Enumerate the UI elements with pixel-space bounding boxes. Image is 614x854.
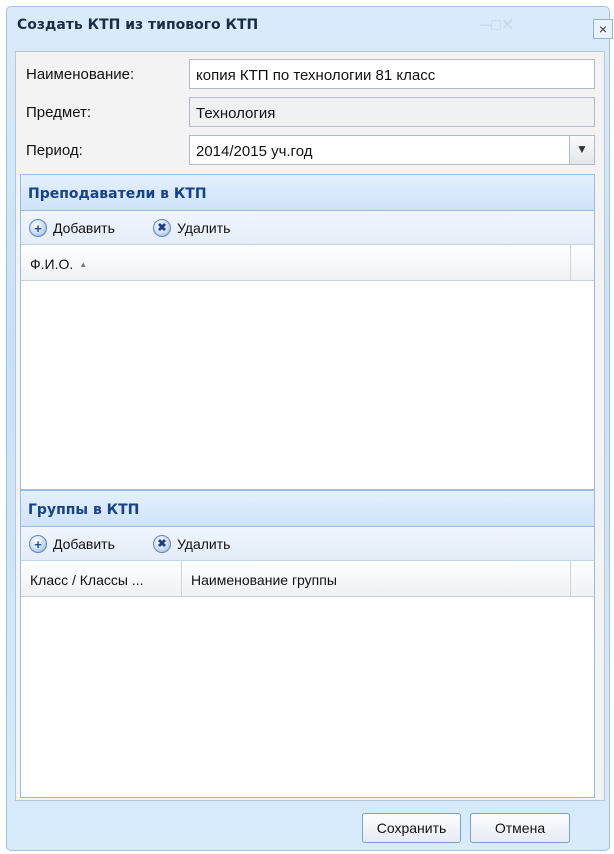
column-header-spacer (571, 561, 594, 597)
teachers-add-button[interactable]: + Добавить (29, 218, 115, 238)
chevron-down-icon[interactable]: ▼ (569, 136, 594, 164)
name-label: Наименование: (26, 66, 135, 83)
column-header-class[interactable]: Класс / Классы ... (21, 561, 182, 597)
teachers-panel-title: Преподаватели в КТП (21, 175, 594, 211)
teachers-add-label: Добавить (53, 220, 115, 236)
groups-delete-label: Удалить (177, 536, 231, 552)
name-row: Наименование: копия КТП по технологии 81… (16, 56, 606, 92)
groups-toolbar: + Добавить ✖ Удалить (21, 527, 594, 561)
groups-grid-header: Класс / Классы ... Наименование группы (21, 561, 594, 597)
name-input[interactable]: копия КТП по технологии 81 класс (189, 59, 595, 89)
period-select[interactable]: 2014/2015 уч.год ▼ (189, 135, 595, 165)
column-header-spacer (571, 245, 594, 281)
add-icon: + (29, 219, 47, 237)
groups-delete-button[interactable]: ✖ Удалить (153, 534, 230, 554)
subject-row: Предмет: Технология (16, 94, 606, 130)
column-header-fio[interactable]: Ф.И.О. ▲ (21, 245, 571, 281)
groups-panel-title: Группы в КТП (21, 491, 594, 527)
title-bar[interactable]: Создать КТП из типового КТП ─□✕ × (7, 7, 613, 43)
teachers-panel: Преподаватели в КТП + Добавить ✖ Удалить… (20, 174, 595, 490)
teachers-toolbar: + Добавить ✖ Удалить (21, 211, 594, 245)
subject-field: Технология (189, 97, 595, 127)
period-label: Период: (26, 142, 83, 159)
delete-icon: ✖ (153, 219, 171, 237)
add-icon: + (29, 535, 47, 553)
window-controls: ─□✕ (480, 17, 515, 34)
sort-asc-icon: ▲ (79, 260, 88, 269)
teachers-grid-header: Ф.И.О. ▲ (21, 245, 594, 281)
dialog-window: Создать КТП из типового КТП ─□✕ × Наимен… (6, 6, 613, 851)
dialog-content: Наименование: копия КТП по технологии 81… (15, 51, 605, 801)
teachers-delete-label: Удалить (177, 220, 231, 236)
period-select-value: 2014/2015 уч.год (196, 143, 313, 160)
teachers-delete-button[interactable]: ✖ Удалить (153, 218, 230, 238)
save-button[interactable]: Сохранить (362, 813, 461, 843)
period-row: Период: 2014/2015 уч.год ▼ (16, 132, 606, 168)
cancel-button[interactable]: Отмена (470, 813, 570, 843)
groups-add-button[interactable]: + Добавить (29, 534, 115, 554)
groups-grid-body (21, 597, 594, 797)
close-button[interactable]: × (593, 19, 613, 39)
column-header-fio-label: Ф.И.О. (30, 256, 74, 272)
column-header-group-name[interactable]: Наименование группы (182, 561, 571, 597)
subject-label: Предмет: (26, 104, 92, 121)
delete-icon: ✖ (153, 535, 171, 553)
teachers-grid-body (21, 281, 594, 489)
groups-add-label: Добавить (53, 536, 115, 552)
dialog-title: Создать КТП из типового КТП (17, 17, 259, 33)
groups-panel: Группы в КТП + Добавить ✖ Удалить Класс … (20, 490, 595, 798)
